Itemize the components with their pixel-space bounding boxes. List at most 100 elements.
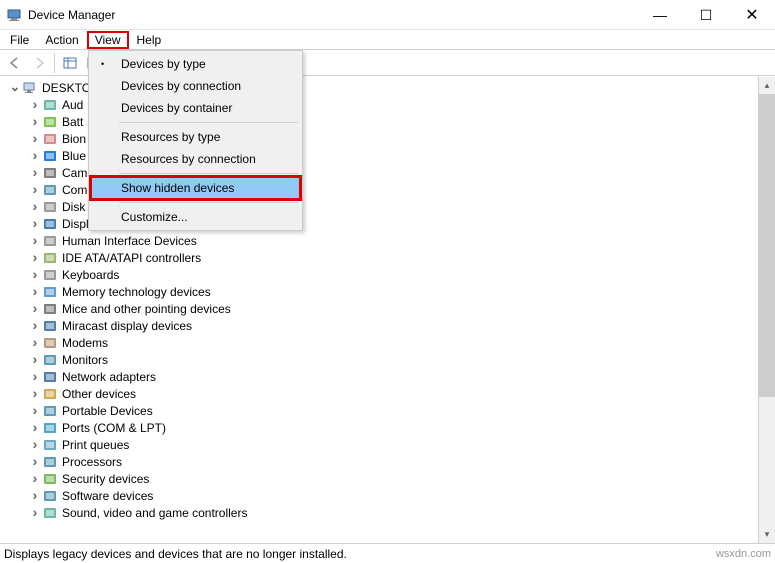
tree-node[interactable]: Mice and other pointing devices <box>0 300 758 317</box>
menu-item[interactable]: Resources by type <box>91 126 300 148</box>
printer-icon <box>42 437 58 453</box>
menu-action[interactable]: Action <box>37 31 86 49</box>
expand-icon[interactable] <box>28 232 42 248</box>
tree-node[interactable]: Security devices <box>0 470 758 487</box>
expand-icon[interactable] <box>28 402 42 418</box>
expand-icon[interactable] <box>28 147 42 163</box>
expand-icon[interactable] <box>28 470 42 486</box>
scroll-up-icon[interactable]: ▴ <box>759 77 775 94</box>
toolbar-separator <box>54 53 55 73</box>
tree-node-label: Processors <box>62 455 122 469</box>
menu-item[interactable]: Customize... <box>91 206 300 228</box>
expand-icon[interactable] <box>28 317 42 333</box>
tree-node-label: Memory technology devices <box>62 285 211 299</box>
memory-icon <box>42 284 58 300</box>
tree-node-label: Com <box>62 183 87 197</box>
expand-icon[interactable] <box>28 504 42 520</box>
expand-icon[interactable] <box>28 198 42 214</box>
tree-node[interactable]: Other devices <box>0 385 758 402</box>
tree-node-label: Aud <box>62 98 83 112</box>
expand-icon[interactable] <box>28 385 42 401</box>
fingerprint-icon <box>42 131 58 147</box>
tree-node-label: Print queues <box>62 438 129 452</box>
tree-node[interactable]: Network adapters <box>0 368 758 385</box>
menu-item-label: Devices by container <box>121 101 232 115</box>
scrollbar-thumb[interactable] <box>759 94 775 397</box>
tree-node[interactable]: Portable Devices <box>0 402 758 419</box>
expand-icon[interactable] <box>28 249 42 265</box>
tree-node[interactable]: Memory technology devices <box>0 283 758 300</box>
tree-node-label: Software devices <box>62 489 153 503</box>
tree-node-label: Network adapters <box>62 370 156 384</box>
disk-icon <box>42 199 58 215</box>
expand-icon[interactable] <box>28 266 42 282</box>
vertical-scrollbar[interactable]: ▴ ▾ <box>758 77 775 543</box>
expand-icon[interactable] <box>28 113 42 129</box>
expand-icon[interactable] <box>28 368 42 384</box>
tree-node-label: Security devices <box>62 472 149 486</box>
tree-node-label: Other devices <box>62 387 136 401</box>
ide-icon <box>42 250 58 266</box>
menu-help[interactable]: Help <box>129 31 170 49</box>
minimize-button[interactable]: — <box>637 0 683 30</box>
tree-node[interactable]: Print queues <box>0 436 758 453</box>
tree-node-label: Cam <box>62 166 87 180</box>
source-watermark: wsxdn.com <box>716 548 771 560</box>
computer-icon <box>22 80 38 96</box>
expand-icon[interactable] <box>28 436 42 452</box>
expand-icon[interactable] <box>28 419 42 435</box>
tree-node[interactable]: Keyboards <box>0 266 758 283</box>
expand-icon[interactable] <box>8 79 22 95</box>
tree-node-label: Portable Devices <box>62 404 153 418</box>
menu-item[interactable]: Devices by container <box>91 97 300 119</box>
menu-view[interactable]: View <box>87 31 129 49</box>
menu-separator <box>119 173 298 174</box>
scroll-down-icon[interactable]: ▾ <box>759 526 775 543</box>
tree-node[interactable]: Software devices <box>0 487 758 504</box>
monitor-icon <box>42 352 58 368</box>
show-hide-tree-button[interactable] <box>59 52 81 74</box>
tree-node-label: Bion <box>62 132 86 146</box>
tree-node[interactable]: IDE ATA/ATAPI controllers <box>0 249 758 266</box>
menu-item[interactable]: Resources by connection <box>91 148 300 170</box>
expand-icon[interactable] <box>28 487 42 503</box>
expand-icon[interactable] <box>28 181 42 197</box>
close-button[interactable]: ✕ <box>729 0 775 30</box>
tree-node[interactable]: Processors <box>0 453 758 470</box>
tree-node-label: IDE ATA/ATAPI controllers <box>62 251 201 265</box>
tree-node[interactable]: Human Interface Devices <box>0 232 758 249</box>
expand-icon[interactable] <box>28 164 42 180</box>
expand-icon[interactable] <box>28 351 42 367</box>
portable-icon <box>42 403 58 419</box>
status-text: Displays legacy devices and devices that… <box>4 547 347 561</box>
speaker-icon <box>42 97 58 113</box>
ports-icon <box>42 420 58 436</box>
tree-node[interactable]: Monitors <box>0 351 758 368</box>
menu-file[interactable]: File <box>2 31 37 49</box>
tree-node[interactable]: Miracast display devices <box>0 317 758 334</box>
expand-icon[interactable] <box>28 300 42 316</box>
menu-item[interactable]: •Devices by type <box>91 53 300 75</box>
tree-node[interactable]: Sound, video and game controllers <box>0 504 758 521</box>
back-button[interactable] <box>4 52 26 74</box>
expand-icon[interactable] <box>28 130 42 146</box>
maximize-button[interactable]: ☐ <box>683 0 729 30</box>
expand-icon[interactable] <box>28 96 42 112</box>
window-title: Device Manager <box>28 8 115 22</box>
expand-icon[interactable] <box>28 334 42 350</box>
other-icon <box>42 386 58 402</box>
forward-button[interactable] <box>28 52 50 74</box>
tree-node-label: Modems <box>62 336 108 350</box>
expand-icon[interactable] <box>28 283 42 299</box>
tree-node[interactable]: Modems <box>0 334 758 351</box>
sound-icon <box>42 505 58 521</box>
tree-node[interactable]: Ports (COM & LPT) <box>0 419 758 436</box>
statusbar: Displays legacy devices and devices that… <box>0 543 775 563</box>
menu-item[interactable]: Devices by connection <box>91 75 300 97</box>
expand-icon[interactable] <box>28 453 42 469</box>
menu-separator <box>119 202 298 203</box>
camera-icon <box>42 165 58 181</box>
expand-icon[interactable] <box>28 215 42 231</box>
tree-node-label: Disk <box>62 200 85 214</box>
menu-item[interactable]: Show hidden devices <box>91 177 300 199</box>
